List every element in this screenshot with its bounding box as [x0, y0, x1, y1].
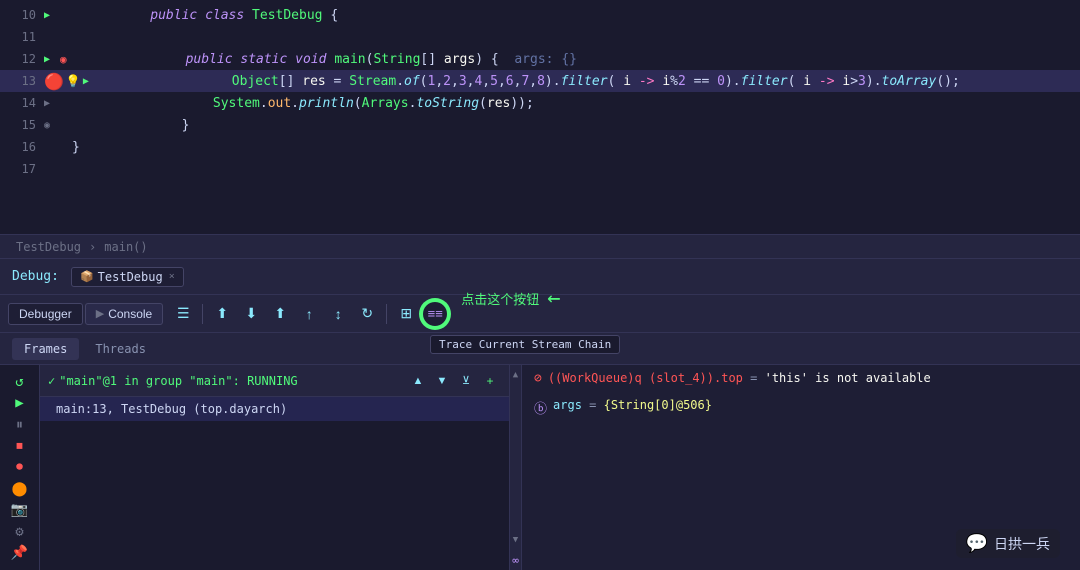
var-icon-info: ⓑ: [534, 398, 547, 417]
line-number: 12: [8, 52, 36, 66]
scroll-track: [510, 385, 521, 530]
variable-item-1: ⓑ args = {String[0]@506}: [522, 392, 1080, 423]
breadcrumb: TestDebug › main(): [0, 235, 1080, 259]
code-content: }: [72, 140, 1072, 155]
trace-stream-button[interactable]: ≡≡: [421, 300, 449, 328]
sidebar-icon-stream[interactable]: ⬤: [6, 480, 34, 497]
frame-spacer: [40, 421, 509, 570]
toolbar: Debugger ▶ Console ☰ ⬆ ⬇ ⬆ ↑ ↕ ↻ ⊞ ≡≡: [0, 295, 1080, 333]
console-icon: ▶: [96, 307, 104, 320]
console-tab-button[interactable]: ▶ Console: [85, 303, 164, 325]
toolbar-icons-group: ☰ ⬆ ⬇ ⬆ ↑ ↕ ↻ ⊞ ≡≡ 点击这个按钮 ←: [169, 300, 449, 328]
toolbar-btn-refresh[interactable]: ↻: [353, 300, 381, 328]
code-line-17: 17: [0, 158, 1080, 180]
frames-scrollbar[interactable]: ▲ ▼ ∞: [510, 365, 522, 570]
debug-tab[interactable]: 📦 TestDebug ×: [71, 267, 184, 287]
run-arrow: ▶: [44, 54, 56, 65]
editor-area: 10 ▶ public class TestDebug { 11 12 ▶ ◉ …: [0, 0, 1080, 235]
thread-toolbar: ✓ "main"@1 in group "main": RUNNING ▲ ▼ …: [40, 365, 509, 397]
debug-dot: ◉: [60, 53, 76, 66]
tab-icon: 📦: [80, 270, 94, 283]
tab-threads[interactable]: Threads: [83, 338, 158, 360]
debug-tab-name: TestDebug: [98, 270, 163, 284]
toolbar-divider: [202, 304, 203, 324]
sidebar-icon-play[interactable]: ▶: [6, 394, 34, 411]
var-icon-error: ⊘: [534, 371, 542, 386]
scroll-down[interactable]: ▼: [510, 530, 521, 550]
breadcrumb-file[interactable]: TestDebug: [16, 240, 81, 254]
breadcrumb-method[interactable]: main(): [104, 240, 147, 254]
fold-arrow: ▶: [44, 98, 56, 109]
var-name-0: ((WorkQueue)q (slot_4)).top: [548, 371, 743, 385]
frame-item-main[interactable]: main:13, TestDebug (top.dayarch): [40, 397, 509, 421]
toolbar-btn-step-into[interactable]: ⬇: [237, 300, 265, 328]
code-lines: 10 ▶ public class TestDebug { 11 12 ▶ ◉ …: [0, 0, 1080, 184]
trace-icon: ≡≡: [428, 306, 443, 321]
run-arrow: ▶: [44, 10, 56, 21]
thread-btn-up[interactable]: ▲: [407, 370, 429, 392]
toolbar-btn-evaluate[interactable]: ↕: [324, 300, 352, 328]
tab-frames[interactable]: Frames: [12, 338, 79, 360]
sidebar-icon-pin[interactable]: 📌: [6, 545, 34, 562]
var-content-1: args = {String[0]@506}: [553, 398, 712, 412]
sidebar-icon-stop[interactable]: ⏹: [6, 437, 34, 454]
toolbar-btn-step-out[interactable]: ⬆: [266, 300, 294, 328]
line-number: 15: [8, 118, 36, 132]
thread-btn-add[interactable]: +: [479, 370, 501, 392]
line-number: 13: [8, 74, 36, 88]
thread-btn-filter[interactable]: ⊻: [455, 370, 477, 392]
toolbar-divider-2: [386, 304, 387, 324]
left-sidebar: ↺ ▶ ⏸ ⏹ ⏺ ⬤ 📷 ⚙ 📌: [0, 365, 40, 570]
sidebar-icon-resume[interactable]: ↺: [6, 373, 34, 390]
code-line-15: 15 ◉ }: [0, 114, 1080, 136]
check-icon: ✓: [48, 374, 55, 388]
debug-header: Debug: 📦 TestDebug ×: [0, 259, 1080, 295]
toolbar-btn-menu[interactable]: ☰: [169, 300, 197, 328]
thread-name: "main"@1 in group "main": RUNNING: [59, 374, 407, 388]
main-content: ↺ ▶ ⏸ ⏹ ⏺ ⬤ 📷 ⚙ 📌 ✓ "main"@1 in group "m…: [0, 365, 1080, 570]
thread-buttons: ▲ ▼ ⊻ +: [407, 370, 501, 392]
wechat-icon: 💬: [966, 533, 988, 554]
line-number: 11: [8, 30, 36, 44]
code-line-16: 16 }: [0, 136, 1080, 158]
line-number: 17: [8, 162, 36, 176]
sidebar-icon-breakpoints[interactable]: ⏺: [6, 459, 34, 476]
breadcrumb-separator: ›: [89, 240, 96, 254]
scroll-special[interactable]: ∞: [510, 550, 521, 570]
frame-text: main:13, TestDebug (top.dayarch): [56, 402, 287, 416]
code-line-10: 10 ▶ public class TestDebug {: [0, 4, 1080, 26]
fold-arrow: ◉: [44, 120, 56, 131]
sidebar-icon-pause[interactable]: ⏸: [6, 416, 34, 433]
sidebar-icon-settings[interactable]: ⚙: [6, 523, 34, 540]
scroll-up[interactable]: ▲: [510, 365, 521, 385]
frames-panel: ✓ "main"@1 in group "main": RUNNING ▲ ▼ …: [40, 365, 510, 570]
var-content-0: ((WorkQueue)q (slot_4)).top = 'this' is …: [548, 371, 931, 385]
line-number: 10: [8, 8, 36, 22]
var-equals-0: =: [750, 371, 764, 385]
debug-tab-close[interactable]: ×: [169, 271, 175, 282]
line-number: 16: [8, 140, 36, 154]
console-label: Console: [108, 307, 152, 321]
sidebar-icon-camera[interactable]: 📷: [6, 502, 34, 519]
debugger-tab-button[interactable]: Debugger: [8, 303, 83, 325]
var-value-0: 'this' is not available: [765, 371, 931, 385]
thread-btn-down[interactable]: ▼: [431, 370, 453, 392]
line-number: 14: [8, 96, 36, 110]
watermark: 💬 日拱一兵: [956, 529, 1060, 558]
watermark-text: 日拱一兵: [994, 534, 1050, 554]
breakpoint-icon: 🔴: [44, 72, 64, 91]
toolbar-btn-table[interactable]: ⊞: [392, 300, 420, 328]
debug-label: Debug:: [12, 269, 59, 284]
var-name-1: args: [553, 398, 582, 412]
var-equals-1: =: [589, 398, 603, 412]
var-value-1: {String[0]@506}: [604, 398, 712, 412]
toolbar-btn-step-over[interactable]: ⬆: [208, 300, 236, 328]
trace-tooltip: Trace Current Stream Chain: [430, 335, 620, 354]
toolbar-btn-run-to-cursor[interactable]: ↑: [295, 300, 323, 328]
variable-item-0: ⊘ ((WorkQueue)q (slot_4)).top = 'this' i…: [522, 365, 1080, 392]
